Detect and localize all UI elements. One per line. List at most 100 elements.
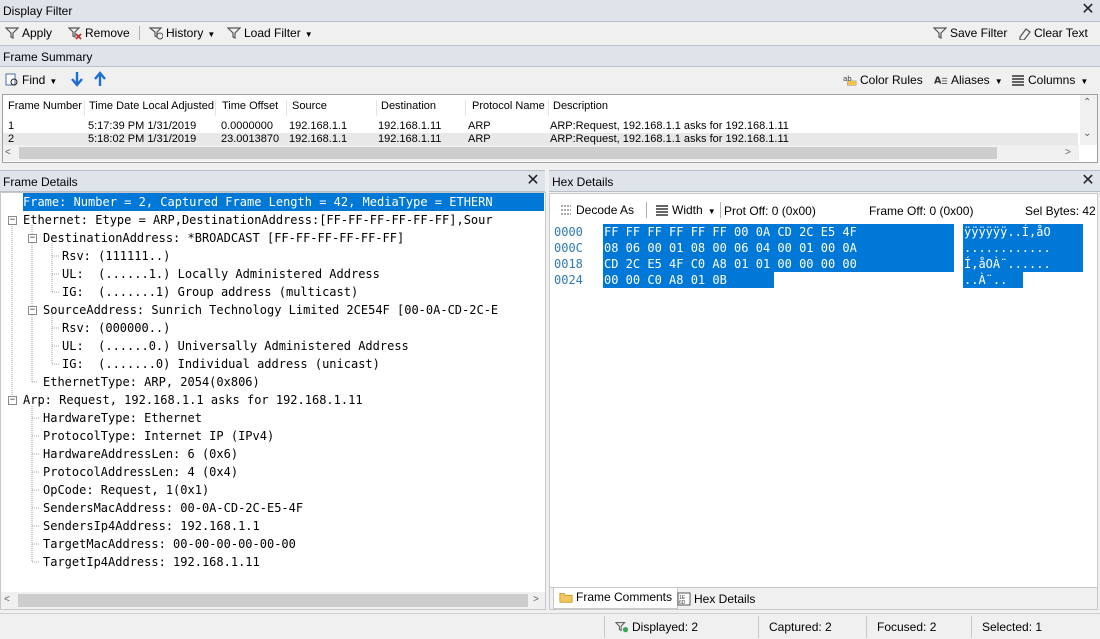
column-header-frame-number[interactable]: Frame Number: [5, 100, 85, 116]
scroll-down-icon[interactable]: ⌄: [1083, 128, 1091, 139]
decode-as-icon: [561, 205, 571, 215]
time-cell: 5:17:39 PM 1/31/2019: [88, 120, 197, 132]
columns-button[interactable]: Columns ▼: [1011, 73, 1088, 87]
chevron-down-icon: ▼: [1080, 77, 1089, 86]
arrow-up-icon: [94, 71, 106, 86]
scroll-left-icon[interactable]: <: [4, 594, 10, 605]
hex-row[interactable]: 00 00 C0 A8 01 0B: [603, 272, 774, 288]
close-icon[interactable]: ✕: [1080, 2, 1096, 18]
displayed-filter-icon: [615, 622, 629, 633]
tree-node-protocol-type[interactable]: ProtocolType: Internet IP (IPv4): [43, 427, 274, 445]
scroll-left-icon[interactable]: <: [5, 147, 11, 158]
tree-node-arp[interactable]: Arp: Request, 192.168.1.1 asks for 192.1…: [23, 391, 363, 409]
column-header-destination[interactable]: Destination: [378, 100, 466, 116]
find-next-button[interactable]: [70, 71, 84, 90]
scroll-up-icon[interactable]: ⌃: [1083, 97, 1091, 108]
details-horizontal-scrollbar[interactable]: < >: [1, 592, 545, 609]
toolbar-divider: [139, 26, 140, 40]
chevron-down-icon: ▼: [304, 30, 313, 39]
toolbar-divider: [646, 202, 647, 218]
tree-node-dst-rsv[interactable]: Rsv: (111111..): [62, 247, 170, 265]
tree-node-senders-mac[interactable]: SendersMacAddress: 00-0A-CD-2C-E5-4F: [43, 499, 303, 517]
tree-node-source-address[interactable]: SourceAddress: Sunrich Technology Limite…: [43, 301, 544, 319]
scroll-thumb[interactable]: [18, 594, 528, 607]
column-header-protocol[interactable]: Protocol Name: [469, 100, 549, 116]
frame-details-title: Frame Details: [3, 175, 78, 189]
ascii-row[interactable]: ............: [963, 240, 1083, 256]
collapse-icon[interactable]: −: [28, 234, 37, 243]
summary-horizontal-scrollbar[interactable]: < >: [3, 145, 1079, 161]
hex-ascii[interactable]: ÿÿÿÿÿÿ..Í,åO ............ Í,åOÀ¨...... .…: [963, 224, 1083, 288]
tree-node-frame[interactable]: Frame: Number = 2, Captured Frame Length…: [23, 193, 544, 211]
frame-summary-title: Frame Summary: [3, 50, 93, 64]
table-row[interactable]: 1 5:17:39 PM 1/31/2019 0.0000000 192.168…: [3, 120, 1078, 133]
ascii-row[interactable]: ..À¨..: [963, 272, 1023, 288]
column-header-source[interactable]: Source: [289, 100, 377, 116]
tree-node-dst-ul[interactable]: UL: (......1.) Locally Administered Addr…: [62, 265, 380, 283]
tree-node-destination-address[interactable]: DestinationAddress: *BROADCAST [FF-FF-FF…: [43, 229, 404, 247]
hex-details-header: Hex Details ✕: [549, 170, 1100, 192]
tab-frame-comments[interactable]: Frame Comments: [553, 588, 679, 609]
hex-row[interactable]: CD 2C E5 4F C0 A8 01 01 00 00 00 00: [603, 256, 954, 272]
tree-node-src-ig[interactable]: IG: (.......0) Individual address (unica…: [62, 355, 380, 373]
width-button[interactable]: Width ▼: [655, 203, 716, 217]
hex-bytes[interactable]: FF FF FF FF FF FF 00 0A CD 2C E5 4F 08 0…: [603, 224, 954, 288]
time-offset-cell: 0.0000000: [221, 120, 273, 132]
summary-vertical-scrollbar[interactable]: ⌃ ⌄: [1080, 95, 1097, 145]
tree-node-src-ul[interactable]: UL: (......0.) Universally Administered …: [62, 337, 409, 355]
close-icon[interactable]: ✕: [1080, 173, 1096, 189]
collapse-icon[interactable]: −: [8, 216, 17, 225]
clear-text-button[interactable]: Clear Text: [1017, 26, 1088, 40]
close-icon[interactable]: ✕: [525, 173, 541, 189]
scroll-right-icon[interactable]: >: [1065, 147, 1071, 158]
column-header-time-offset[interactable]: Time Offset: [219, 100, 287, 116]
time-offset-cell: 23.0013870: [221, 133, 280, 145]
columns-label: Columns: [1028, 73, 1076, 87]
tree-node-src-rsv[interactable]: Rsv: (000000..): [62, 319, 170, 337]
tree-node-dst-ig[interactable]: IG: (.......1) Group address (multicast): [62, 283, 358, 301]
history-icon: [149, 27, 163, 40]
column-header-description[interactable]: Description: [550, 100, 1070, 116]
ascii-row[interactable]: ÿÿÿÿÿÿ..Í,åO: [963, 224, 1083, 240]
collapse-icon[interactable]: −: [8, 396, 17, 405]
decode-as-button[interactable]: Decode As: [559, 203, 634, 217]
find-previous-button[interactable]: [93, 71, 107, 90]
apply-button[interactable]: Apply: [5, 26, 52, 40]
offset-label: 0024: [554, 273, 583, 287]
tree-node-ethernet-type[interactable]: EthernetType: ARP, 2054(0x806): [43, 373, 260, 391]
tree-node-protocol-address-len[interactable]: ProtocolAddressLen: 4 (0x4): [43, 463, 238, 481]
remove-button[interactable]: Remove: [68, 26, 130, 40]
color-rules-icon: ab: [843, 75, 857, 86]
tree-node-senders-ip[interactable]: SendersIp4Address: 192.168.1.1: [43, 517, 260, 535]
save-filter-button[interactable]: Save Filter: [933, 26, 1007, 40]
aliases-button[interactable]: A Aliases ▼: [934, 73, 1003, 87]
scroll-thumb[interactable]: [19, 147, 997, 159]
load-filter-button[interactable]: Load Filter ▼: [227, 26, 313, 40]
hex-row[interactable]: 08 06 00 01 08 00 06 04 00 01 00 0A: [603, 240, 954, 256]
offset-label: 000C: [554, 241, 583, 255]
history-button[interactable]: History ▼: [149, 26, 215, 40]
hex-row[interactable]: FF FF FF FF FF FF 00 0A CD 2C E5 4F: [603, 224, 954, 240]
frame-off-readout: Frame Off: 0 (0x00): [869, 204, 974, 218]
tree-node-target-ip[interactable]: TargetIp4Address: 192.168.1.11: [43, 553, 260, 571]
prot-off-readout: Prot Off: 0 (0x00): [724, 204, 816, 218]
tree-node-hardware-type[interactable]: HardwareType: Ethernet: [43, 409, 202, 427]
tree-node-hardware-address-len[interactable]: HardwareAddressLen: 6 (0x6): [43, 445, 238, 463]
load-filter-label: Load Filter: [244, 26, 301, 40]
column-header-time[interactable]: Time Date Local Adjusted: [86, 100, 216, 116]
find-button[interactable]: Find ▼: [5, 73, 57, 87]
tree-node-opcode[interactable]: OpCode: Request, 1(0x1): [43, 481, 209, 499]
collapse-icon[interactable]: −: [28, 306, 37, 315]
color-rules-label: Color Rules: [860, 73, 923, 87]
svg-text:6D: 6D: [679, 600, 686, 606]
tree-node-ethernet[interactable]: Ethernet: Etype = ARP,DestinationAddress…: [23, 211, 544, 229]
svg-text:A: A: [934, 76, 942, 87]
destination-cell: 192.168.1.11: [378, 120, 442, 132]
color-rules-button[interactable]: ab Color Rules: [843, 73, 923, 87]
tree-node-target-mac[interactable]: TargetMacAddress: 00-00-00-00-00-00: [43, 535, 296, 553]
hex-offsets: 0000 000C 0018 0024: [554, 224, 583, 288]
ascii-row[interactable]: Í,åOÀ¨......: [963, 256, 1083, 272]
arrow-down-icon: [71, 72, 83, 87]
tab-hex-details[interactable]: 1E 6D Hex Details: [673, 590, 759, 609]
scroll-right-icon[interactable]: >: [533, 594, 539, 605]
